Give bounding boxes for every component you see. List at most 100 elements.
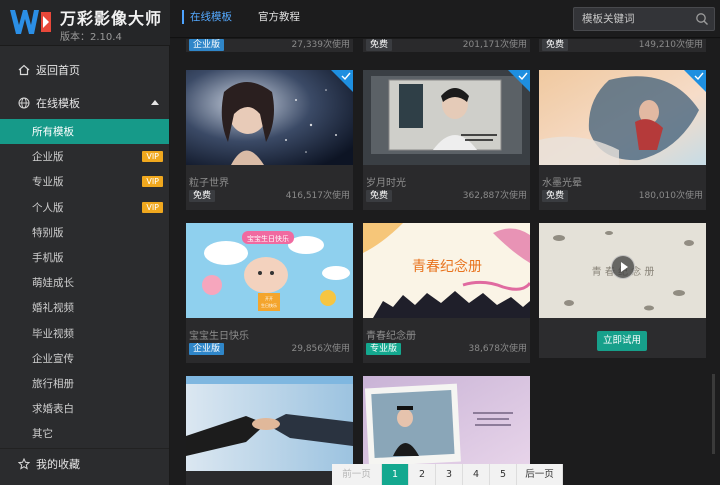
- sidebar-item[interactable]: 特别版: [0, 220, 169, 245]
- card-title: 宝宝生日快乐: [189, 331, 249, 342]
- page-button[interactable]: 1: [382, 464, 409, 485]
- template-card[interactable]: 岁月时光 免费 362,887次使用: [363, 70, 530, 210]
- brand-header: 万彩影像大师 版本：2.10.4: [0, 0, 170, 46]
- card-strip[interactable]: 免费 149,210次使用: [539, 39, 706, 52]
- particle-portrait-image: [186, 70, 353, 165]
- sidebar-item-label: 企业宣传: [32, 352, 74, 365]
- page-button[interactable]: 4: [463, 464, 490, 485]
- search-box: [573, 7, 715, 31]
- page-button[interactable]: 3: [436, 464, 463, 485]
- star-icon: [18, 457, 30, 470]
- app-window: 万彩影像大师 版本：2.10.4 返回首页 在线模板 所有模板 企业版 VIP 专业版…: [0, 0, 720, 485]
- play-button[interactable]: [611, 255, 635, 279]
- template-card[interactable]: 宝宝生日快乐 开开 生日快乐 宝宝生日快乐 企业版 29,856次使用: [186, 223, 353, 363]
- sidebar-item-label: 专业版: [32, 176, 64, 189]
- try-now-button[interactable]: 立即试用: [597, 331, 647, 351]
- card-badge: 企业版: [189, 343, 225, 355]
- card-usage: 29,856次使用: [291, 344, 351, 354]
- play-icon: [621, 262, 628, 272]
- nav-favorites-label: 我的收藏: [36, 457, 80, 471]
- card-badge: 免费: [189, 190, 216, 202]
- template-grid: 企业版 27,339次使用 免费 201,171次使用 免费 149,210次使…: [170, 39, 720, 485]
- search-input[interactable]: [574, 8, 692, 30]
- top-bar: 在线模板 官方教程: [170, 0, 720, 38]
- card-badge: 专业版: [366, 343, 402, 355]
- card-usage: 27,339次使用: [291, 40, 351, 50]
- sidebar-item-label: 婚礼视频: [32, 302, 74, 315]
- template-card[interactable]: [186, 376, 353, 485]
- sidebar-item[interactable]: 企业版 VIP: [0, 144, 169, 169]
- selected-corner-icon: [508, 70, 530, 92]
- sidebar-item[interactable]: 企业宣传: [0, 346, 169, 371]
- card-usage: 149,210次使用: [638, 40, 703, 50]
- card-badge: 免费: [366, 190, 393, 202]
- next-page-button[interactable]: 后一页: [517, 464, 563, 485]
- card-strip[interactable]: 免费 201,171次使用: [363, 39, 530, 52]
- sidebar-item-label: 旅行相册: [32, 377, 74, 390]
- sidebar-item-label: 毕业视频: [32, 327, 74, 340]
- template-card[interactable]: 青春纪念册 青春纪念册 专业版 38,678次使用: [363, 223, 530, 363]
- sidebar-item-label: 萌娃成长: [32, 277, 74, 290]
- pagination: 前一页 1 2 3 4 5 后一页: [332, 464, 563, 485]
- sidebar-item[interactable]: 其它: [0, 421, 169, 446]
- template-card-hover[interactable]: 青 春 纪 念 册 立即试用: [539, 223, 706, 358]
- template-category-list: 所有模板 企业版 VIP 专业版 VIP 个人版 VIP 特别版 手机版 萌娃成长 婚礼视频 毕业视频…: [0, 119, 169, 446]
- nav-online-label: 在线模板: [36, 97, 80, 110]
- card-usage: 416,517次使用: [285, 191, 350, 201]
- nav-favorites[interactable]: 我的收藏: [0, 448, 169, 478]
- card-usage: 180,010次使用: [638, 191, 703, 201]
- tab-online-templates[interactable]: 在线模板: [182, 10, 232, 24]
- card-thumbnail[interactable]: [186, 376, 353, 471]
- youth-album-image: 青春纪念册: [363, 223, 530, 318]
- content-scrollbar[interactable]: [712, 374, 715, 454]
- card-thumbnail[interactable]: 宝宝生日快乐 开开 生日快乐: [186, 223, 353, 318]
- vip-badge: VIP: [142, 201, 163, 213]
- sidebar-item-label: 个人版: [32, 201, 64, 214]
- card-strip[interactable]: 企业版 27,339次使用: [186, 39, 353, 52]
- search-icon[interactable]: [695, 12, 709, 26]
- card-thumbnail[interactable]: [186, 70, 353, 165]
- nav-home-label: 返回首页: [36, 64, 80, 77]
- sidebar-item[interactable]: 手机版: [0, 245, 169, 270]
- card-thumbnail[interactable]: [539, 70, 706, 165]
- baby-birthday-image: 宝宝生日快乐 开开 生日快乐: [186, 223, 353, 318]
- svg-text:宝宝生日快乐: 宝宝生日快乐: [247, 234, 289, 243]
- caret-up-icon[interactable]: [151, 100, 159, 105]
- ink-halo-image: [539, 70, 706, 165]
- selected-corner-icon: [684, 70, 706, 92]
- sidebar-item[interactable]: 求婚表白: [0, 396, 169, 421]
- card-thumbnail[interactable]: [363, 70, 530, 165]
- sidebar-item[interactable]: 婚礼视频: [0, 295, 169, 320]
- sidebar-item[interactable]: 毕业视频: [0, 321, 169, 346]
- card-thumbnail[interactable]: [363, 376, 530, 471]
- card-title: 粒子世界: [189, 178, 229, 189]
- nav-home[interactable]: 返回首页: [0, 56, 169, 84]
- app-name: 万彩影像大师: [60, 9, 163, 28]
- card-thumbnail[interactable]: 青春纪念册: [363, 223, 530, 318]
- home-icon: [18, 64, 30, 76]
- selected-corner-icon: [331, 70, 353, 92]
- sidebar-item[interactable]: 所有模板: [0, 119, 169, 145]
- nav-online-templates[interactable]: 在线模板: [0, 89, 169, 117]
- svg-text:青春纪念册: 青春纪念册: [412, 258, 482, 275]
- app-logo-icon: [10, 10, 51, 34]
- page-button[interactable]: 2: [409, 464, 436, 485]
- card-badge: 免费: [542, 39, 569, 51]
- sidebar-item-label: 求婚表白: [32, 403, 74, 416]
- card-thumbnail[interactable]: 青 春 纪 念 册: [539, 223, 706, 318]
- sidebar-item[interactable]: 专业版 VIP: [0, 169, 169, 194]
- sidebar-item[interactable]: 个人版 VIP: [0, 195, 169, 220]
- tab-official-tutorial[interactable]: 官方教程: [258, 10, 300, 24]
- svg-text:开开: 开开: [265, 296, 273, 301]
- business-handshake-image: [186, 376, 353, 471]
- sidebar-item-label: 企业版: [32, 151, 64, 164]
- prev-page-button[interactable]: 前一页: [332, 464, 382, 485]
- sidebar-item[interactable]: 旅行相册: [0, 371, 169, 396]
- sidebar-item-label: 其它: [32, 428, 53, 441]
- sidebar-item-label: 所有模板: [32, 126, 74, 139]
- svg-text:生日快乐: 生日快乐: [261, 302, 277, 308]
- page-button[interactable]: 5: [490, 464, 517, 485]
- template-card[interactable]: 水墨光晕 免费 180,010次使用: [539, 70, 706, 210]
- template-card[interactable]: 粒子世界 免费 416,517次使用: [186, 70, 353, 210]
- sidebar-item[interactable]: 萌娃成长: [0, 270, 169, 295]
